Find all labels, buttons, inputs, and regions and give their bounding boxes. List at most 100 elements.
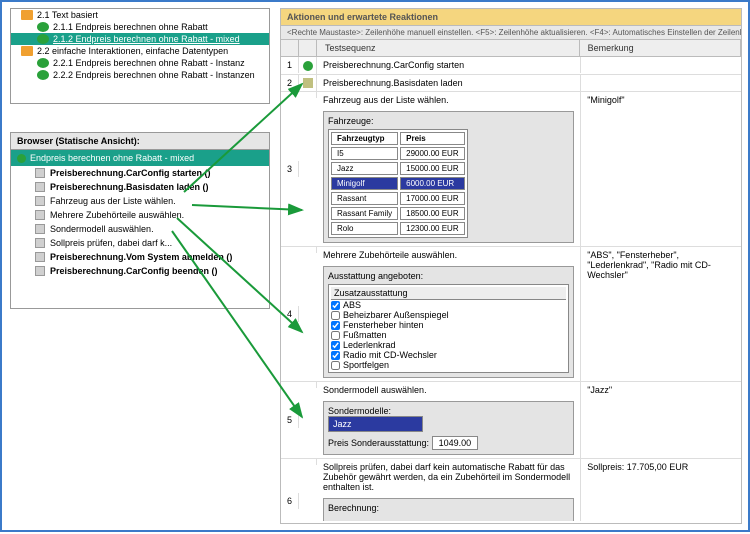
item-label: Sollpreis prüfen, dabei darf k... [50,238,172,248]
tree-label: 2.1.2 Endpreis berechnen ohne Rabatt - m… [53,34,240,44]
browser-item[interactable]: Preisberechnung.CarConfig beenden () [11,264,269,278]
tree-node-selected[interactable]: 2.1.2 Endpreis berechnen ohne Rabatt - m… [11,33,269,45]
row-icon [299,459,317,465]
cb-label: Fensterheber hinten [343,320,424,330]
th-preis: Preis [400,132,464,145]
tree-node-root[interactable]: 2.1 Text basiert [11,9,269,21]
cell[interactable]: Rassant [331,192,398,205]
row-text: Mehrere Zubehörteile auswählen. [323,250,574,260]
row-text: Fahrzeug aus der Liste wählen. [323,95,574,105]
checkbox[interactable] [331,301,340,310]
row-bem: "ABS", "Fensterheber", "Lederlenkrad", "… [581,247,741,283]
checkbox[interactable] [331,321,340,330]
cb-sportfelgen[interactable]: Sportfelgen [331,360,566,370]
actions-panel: Aktionen und erwartete Reaktionen <Recht… [280,8,742,524]
cb-lederlenkrad[interactable]: Lederlenkrad [331,340,566,350]
browser-item[interactable]: Sollpreis prüfen, dabei darf k... [11,236,269,250]
panel-label: Berechnung: [328,503,569,513]
cell[interactable]: Jazz [331,162,398,175]
table-row[interactable]: 3 Fahrzeug aus der Liste wählen. Fahrzeu… [281,92,741,247]
start-icon [303,61,313,71]
tree-node[interactable]: 2.1.1 Endpreis berechnen ohne Rabatt [11,21,269,33]
tree-node[interactable]: 2.2.2 Endpreis berechnen ohne Rabatt - I… [11,69,269,81]
item-label: Preisberechnung.CarConfig beenden () [50,266,218,276]
row-num: 5 [281,412,299,428]
row-icon [299,92,317,98]
table-row[interactable]: 1 Preisberechnung.CarConfig starten [281,57,741,75]
row-text: Preisberechnung.Basisdaten laden [317,75,581,91]
col-bemerkung[interactable]: Bemerkung [580,40,741,56]
row-num: 6 [281,493,299,509]
checkbox[interactable] [331,361,340,370]
wand-icon [35,182,45,192]
cb-fensterheber[interactable]: Fensterheber hinten [331,320,566,330]
checkbox[interactable] [331,311,340,320]
item-label: Sondermodell auswählen. [50,224,154,234]
row-text: Sondermodell auswählen. [323,385,574,395]
browser-header-label: Endpreis berechnen ohne Rabatt - mixed [30,153,194,163]
tree-label: 2.1 Text basiert [37,10,98,20]
row-num: 4 [281,306,299,322]
cb-abs[interactable]: ABS [331,300,566,310]
table-row[interactable]: 2 Preisberechnung.Basisdaten laden [281,75,741,93]
browser-item[interactable]: Preisberechnung.Basisdaten laden () [11,180,269,194]
checkbox-list: Zusatzausstattung ABS Beheizbarer Außens… [328,284,569,373]
browser-tree: Endpreis berechnen ohne Rabatt - mixed P… [10,149,270,309]
cell: 29000.00 EUR [400,147,464,160]
cell[interactable]: I5 [331,147,398,160]
price-input[interactable]: 1049.00 [432,436,479,450]
browser-header[interactable]: Endpreis berechnen ohne Rabatt - mixed [11,150,269,166]
checkbox[interactable] [331,331,340,340]
cb-label: Sportfelgen [343,360,389,370]
panel-label: Sondermodelle: [328,406,569,416]
tree-node[interactable]: 2.2.1 Endpreis berechnen ohne Rabatt - I… [11,57,269,69]
cell[interactable]: Rassant Family [331,207,398,220]
row-num: 2 [281,75,299,91]
table-row[interactable]: 4 Mehrere Zubehörteile auswählen. Aussta… [281,247,741,382]
test-icon [37,34,49,44]
browser-item[interactable]: Sondermodell auswählen. [11,222,269,236]
sondermodell-select[interactable]: Jazz [328,416,423,432]
action-icon [35,252,45,262]
folder-icon [21,10,33,20]
step-icon [35,210,45,220]
cb-radio[interactable]: Radio mit CD-Wechsler [331,350,566,360]
col-testsequenz[interactable]: Testsequenz [317,40,580,56]
test-icon [17,154,26,163]
cb-aussenspiegel[interactable]: Beheizbarer Außenspiegel [331,310,566,320]
item-label: Mehrere Zubehörteile auswählen. [50,210,184,220]
cell: 12300.00 EUR [400,222,464,235]
fahrzeuge-table[interactable]: FahrzeugtypPreis I529000.00 EUR Jazz1500… [328,129,468,238]
browser-item[interactable]: Mehrere Zubehörteile auswählen. [11,208,269,222]
tree-node-section[interactable]: 2.2 einfache Interaktionen, einfache Dat… [11,45,269,57]
row-num: 3 [281,161,299,177]
browser-title: Browser (Statische Ansicht): [10,132,270,149]
checkbox[interactable] [331,341,340,350]
action-icon [35,266,45,276]
cell: 6000.00 EUR [400,177,464,190]
step-icon [35,196,45,206]
row-text: Sollpreis prüfen, dabei darf kein automa… [323,462,574,492]
browser-item[interactable]: Preisberechnung.Vom System abmelden () [11,250,269,264]
folder-icon [21,46,33,56]
test-icon [37,22,49,32]
table-row[interactable]: 6 Sollpreis prüfen, dabei darf kein auto… [281,459,741,521]
browser-item[interactable]: Fahrzeug aus der Liste wählen. [11,194,269,208]
checkbox[interactable] [331,351,340,360]
actions-table-head: Testsequenz Bemerkung [281,40,741,57]
row-icon [299,247,317,253]
cb-fussmatten[interactable]: Fußmatten [331,330,566,340]
actions-table-body[interactable]: 1 Preisberechnung.CarConfig starten 2 Pr… [281,57,741,521]
ausstattung-panel: Ausstattung angeboten: Zusatzausstattung… [323,266,574,378]
browser-item[interactable]: Preisberechnung.CarConfig starten () [11,166,269,180]
cell-selected[interactable]: Minigolf [331,177,398,190]
row-content: Sondermodell auswählen. Sondermodelle: J… [317,382,581,458]
price-row: Preis Sonderausstattung: 1049.00 [328,436,569,450]
browser-panel: Browser (Statische Ansicht): Endpreis be… [10,132,270,309]
cell[interactable]: Rolo [331,222,398,235]
row-content: Fahrzeug aus der Liste wählen. Fahrzeuge… [317,92,581,246]
cb-label: Lederlenkrad [343,340,396,350]
wand-icon [303,78,313,88]
table-row[interactable]: 5 Sondermodell auswählen. Sondermodelle:… [281,382,741,459]
row-bem [581,75,741,81]
